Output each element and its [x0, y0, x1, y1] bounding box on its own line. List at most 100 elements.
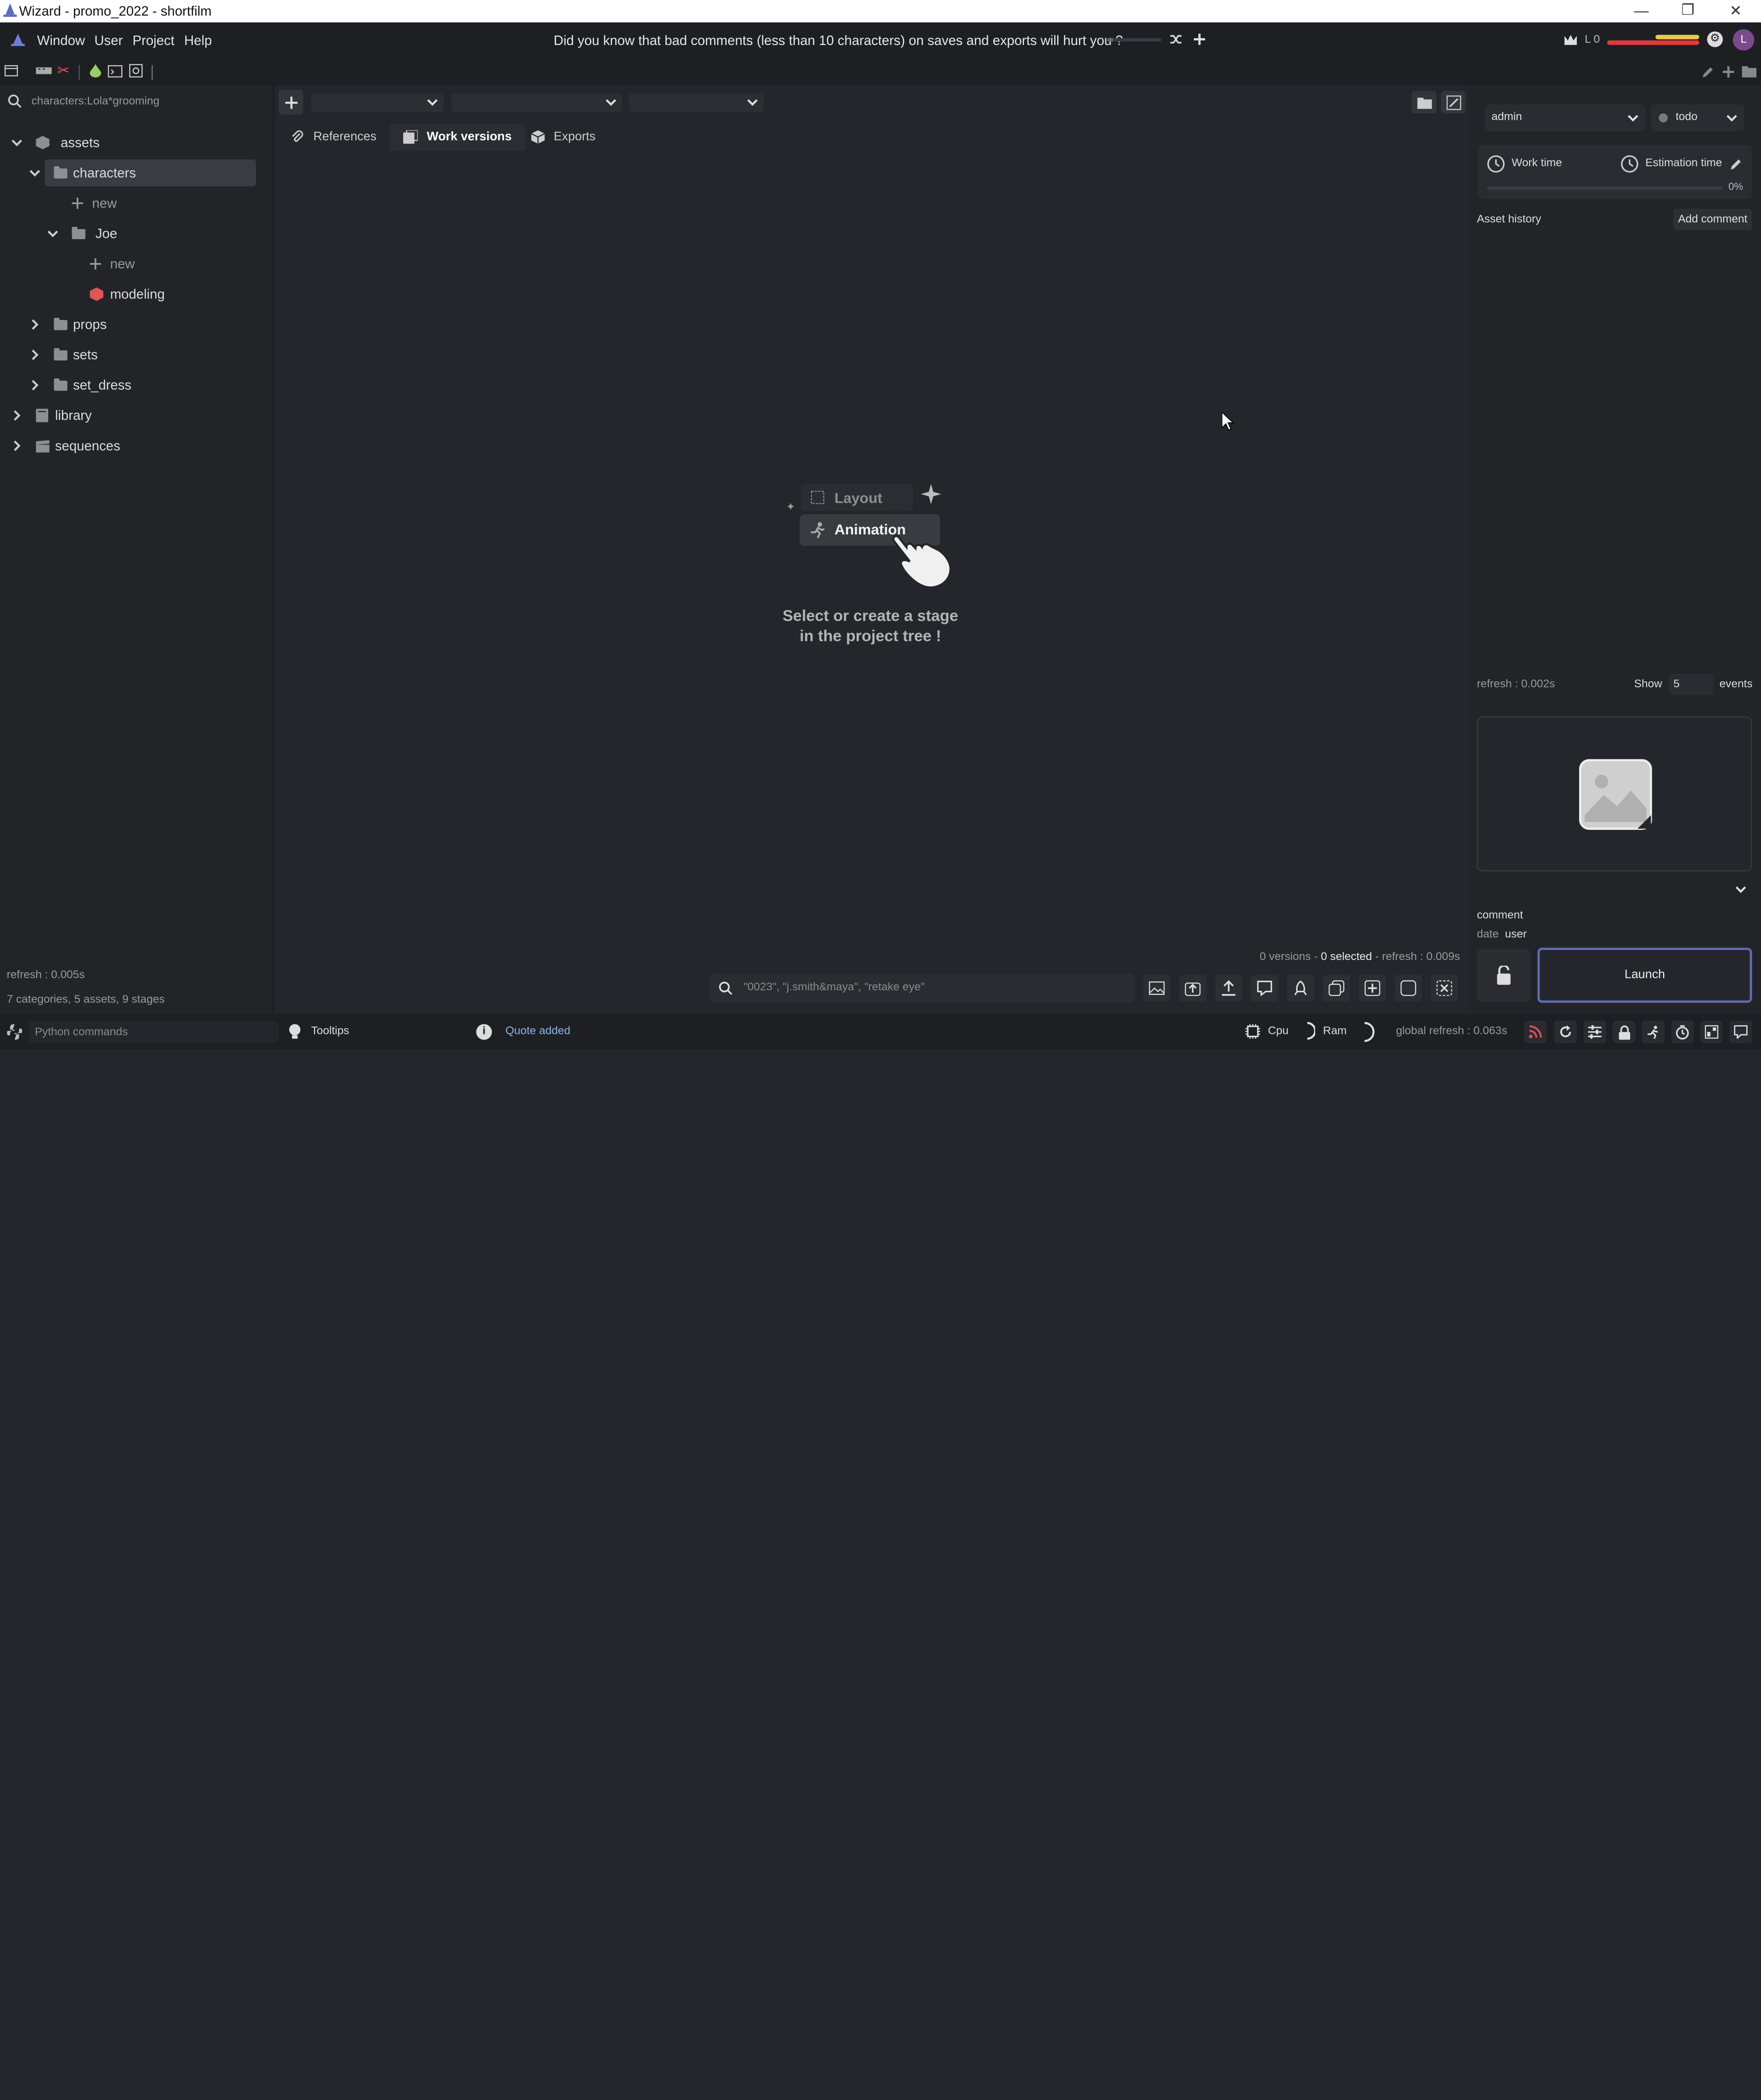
- tree-item-characters[interactable]: characters: [29, 161, 136, 185]
- comment-button[interactable]: [1251, 974, 1278, 1002]
- global-refresh-time: global refresh : 0.063s: [1396, 1025, 1508, 1038]
- user-dropdown[interactable]: admin: [1485, 104, 1646, 132]
- search-icon: [8, 95, 22, 108]
- tree-label: new: [110, 256, 135, 272]
- add-stage-button[interactable]: [278, 90, 304, 115]
- open-folder-button[interactable]: [1412, 91, 1437, 114]
- settings-sliders-button[interactable]: [1583, 1021, 1606, 1044]
- frame-icon: [810, 490, 825, 505]
- console-icon[interactable]: [107, 65, 123, 78]
- work-time-label: Work time: [1512, 157, 1562, 170]
- restore-icon[interactable]: ❐: [1681, 1, 1694, 19]
- events-count-input[interactable]: 5: [1669, 674, 1714, 695]
- menu-window[interactable]: Window: [37, 33, 85, 48]
- python-command-placeholder: Python commands: [34, 1026, 128, 1039]
- menu-project[interactable]: Project: [133, 33, 174, 48]
- tree-item-new-stage[interactable]: new: [90, 252, 135, 276]
- lock-button[interactable]: [1477, 949, 1531, 1002]
- clock-icon: [1487, 155, 1505, 173]
- tree-item-assets[interactable]: assets: [11, 130, 100, 155]
- tree-item-modeling[interactable]: modeling: [90, 282, 165, 307]
- tab-exports[interactable]: Exports: [518, 124, 609, 151]
- tree-item-library[interactable]: library: [11, 403, 92, 428]
- refresh-button[interactable]: [1554, 1021, 1577, 1044]
- export-button[interactable]: [1215, 974, 1243, 1002]
- feed-button[interactable]: [1524, 1021, 1547, 1044]
- menu-user[interactable]: User: [94, 33, 123, 48]
- python-command-input[interactable]: Python commands: [29, 1021, 279, 1044]
- chevron-right-icon[interactable]: [11, 440, 22, 451]
- launch-button[interactable]: Launch: [1537, 948, 1752, 1003]
- delete-version-button[interactable]: [1430, 974, 1458, 1002]
- date-label: date: [1477, 928, 1499, 941]
- message-icon: [1734, 1025, 1748, 1039]
- settings-icon[interactable]: ⚙: [1707, 31, 1723, 47]
- rocket-icon: [1294, 980, 1307, 995]
- chevron-down-icon[interactable]: [29, 167, 40, 178]
- launch-rocket-button[interactable]: [1287, 974, 1314, 1002]
- film-icon[interactable]: [36, 65, 52, 76]
- user-avatar[interactable]: L: [1733, 29, 1755, 51]
- status-dropdown[interactable]: todo: [1651, 104, 1744, 132]
- add-comment-button[interactable]: Add comment: [1673, 208, 1752, 230]
- stack-icon: [403, 130, 418, 144]
- chevron-right-icon[interactable]: [29, 349, 40, 360]
- add-tip-icon[interactable]: [1193, 33, 1206, 46]
- menu-help[interactable]: Help: [184, 33, 212, 48]
- tab-work-versions[interactable]: Work versions: [389, 124, 525, 151]
- tree-item-props[interactable]: props: [29, 312, 107, 337]
- sparkle-small-icon: [787, 503, 794, 510]
- lock-status-button[interactable]: [1613, 1021, 1636, 1044]
- chevron-down-icon[interactable]: [47, 228, 58, 239]
- scissors-icon[interactable]: ✂: [57, 62, 70, 80]
- version-dropdown[interactable]: [1477, 878, 1752, 901]
- close-icon[interactable]: ✕: [1730, 2, 1742, 20]
- stopwatch-icon: [1676, 1024, 1689, 1039]
- ram-label: Ram: [1323, 1025, 1347, 1038]
- wizard-logo-icon: [11, 34, 25, 46]
- edit-icon[interactable]: [1730, 157, 1743, 170]
- tree-search-input[interactable]: characters:Lola*grooming: [31, 95, 159, 108]
- tab-references[interactable]: References: [277, 124, 390, 151]
- cube-icon: [36, 135, 50, 150]
- tree-item-set-dress[interactable]: set_dress: [29, 373, 132, 398]
- drop-icon[interactable]: [90, 64, 101, 78]
- shuffle-icon[interactable]: [1169, 33, 1182, 46]
- tree-item-sequences[interactable]: sequences: [11, 433, 120, 458]
- duplicate-button[interactable]: [1323, 974, 1350, 1002]
- tree-item-sets[interactable]: sets: [29, 343, 98, 367]
- timer-button[interactable]: [1671, 1021, 1694, 1044]
- crown-icon: [1564, 34, 1577, 45]
- chevron-right-icon[interactable]: [11, 410, 22, 421]
- filter-dropdown-1[interactable]: [311, 93, 444, 112]
- filter-dropdown-3[interactable]: [629, 93, 764, 112]
- launcher-status-button[interactable]: [1642, 1021, 1665, 1044]
- version-search-input[interactable]: "0023", "j.smith&maya", "retake eye": [709, 973, 1135, 1003]
- add-icon[interactable]: [1722, 65, 1735, 79]
- tree-item-new-category[interactable]: new: [72, 191, 117, 216]
- chevron-down-icon: [606, 99, 616, 106]
- lightbulb-icon[interactable]: [289, 1024, 301, 1040]
- dashboard-button[interactable]: [1700, 1021, 1723, 1044]
- folder-icon[interactable]: [1742, 65, 1757, 78]
- minimize-icon[interactable]: —: [1634, 2, 1649, 19]
- image-button[interactable]: [1143, 974, 1170, 1002]
- add-version-button[interactable]: [1359, 974, 1386, 1002]
- duplicate-icon: [1328, 980, 1345, 996]
- window-icon[interactable]: [4, 65, 18, 77]
- image-edit-button[interactable]: [1440, 91, 1466, 114]
- tree-item-joe[interactable]: Joe: [47, 221, 117, 246]
- filter-dropdown-2[interactable]: [451, 93, 622, 112]
- upload-box-button[interactable]: [1179, 974, 1206, 1002]
- tree-label: set_dress: [73, 377, 132, 393]
- time-progress-bar: [1487, 186, 1723, 190]
- chevron-right-icon[interactable]: [29, 319, 40, 330]
- edit-icon[interactable]: [1701, 65, 1715, 79]
- notifications-button[interactable]: [1729, 1021, 1752, 1044]
- gear-box-icon[interactable]: [129, 64, 143, 78]
- layout-label: Layout: [834, 489, 883, 507]
- chevron-right-icon[interactable]: [29, 380, 40, 391]
- chevron-down-icon[interactable]: [11, 137, 23, 148]
- tree-label: modeling: [110, 286, 165, 302]
- empty-box-button[interactable]: [1395, 974, 1422, 1002]
